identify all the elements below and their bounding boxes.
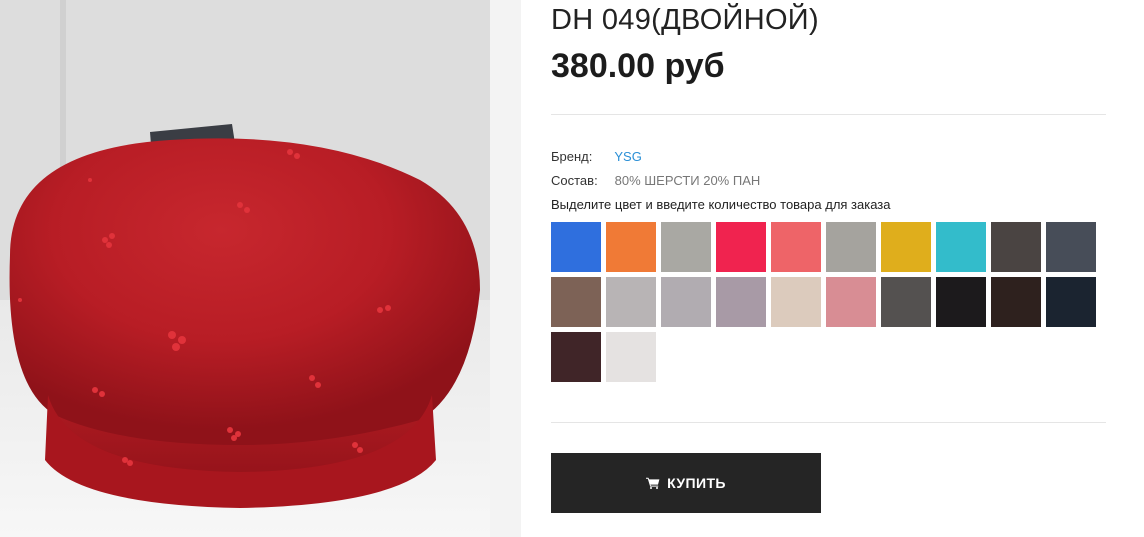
color-hint: Выделите цвет и введите количество товар… (551, 197, 891, 212)
photo-side-strip (490, 0, 521, 537)
buy-button-label: КУПИТЬ (667, 475, 726, 491)
color-swatch[interactable] (771, 277, 821, 327)
product-price: 380.00 руб (551, 47, 725, 85)
color-swatch[interactable] (881, 222, 931, 272)
product-photo (0, 0, 490, 537)
cart-icon (646, 477, 660, 489)
color-swatch[interactable] (936, 222, 986, 272)
divider-bottom (551, 422, 1106, 423)
color-swatch[interactable] (1046, 277, 1096, 327)
color-swatch[interactable] (826, 277, 876, 327)
composition-row: Состав: 80% ШЕРСТИ 20% ПАН (551, 173, 760, 188)
color-swatch[interactable] (826, 222, 876, 272)
color-swatch[interactable] (661, 222, 711, 272)
color-swatch[interactable] (606, 277, 656, 327)
brand-label: Бренд: (551, 149, 593, 164)
color-swatch[interactable] (1046, 222, 1096, 272)
brand-row: Бренд: YSG (551, 149, 642, 164)
product-title: DH 049(ДВОЙНОЙ) (551, 4, 819, 36)
color-swatch[interactable] (661, 277, 711, 327)
color-swatch[interactable] (606, 222, 656, 272)
beret-image (0, 0, 490, 537)
color-swatch[interactable] (771, 222, 821, 272)
color-swatch[interactable] (716, 222, 766, 272)
color-swatch[interactable] (606, 332, 656, 382)
composition-label: Состав: (551, 173, 598, 188)
color-swatch[interactable] (991, 277, 1041, 327)
color-swatch[interactable] (551, 332, 601, 382)
color-swatches (551, 222, 1101, 382)
color-swatch[interactable] (881, 277, 931, 327)
divider-top (551, 114, 1106, 115)
color-swatch[interactable] (551, 222, 601, 272)
color-swatch[interactable] (716, 277, 766, 327)
color-swatch[interactable] (991, 222, 1041, 272)
brand-link[interactable]: YSG (614, 149, 641, 164)
composition-value: 80% ШЕРСТИ 20% ПАН (614, 173, 761, 188)
color-swatch[interactable] (551, 277, 601, 327)
buy-button[interactable]: КУПИТЬ (551, 453, 821, 513)
product-page: DH 049(ДВОЙНОЙ) 380.00 руб Бренд: YSG Со… (0, 0, 1144, 537)
color-swatch[interactable] (936, 277, 986, 327)
